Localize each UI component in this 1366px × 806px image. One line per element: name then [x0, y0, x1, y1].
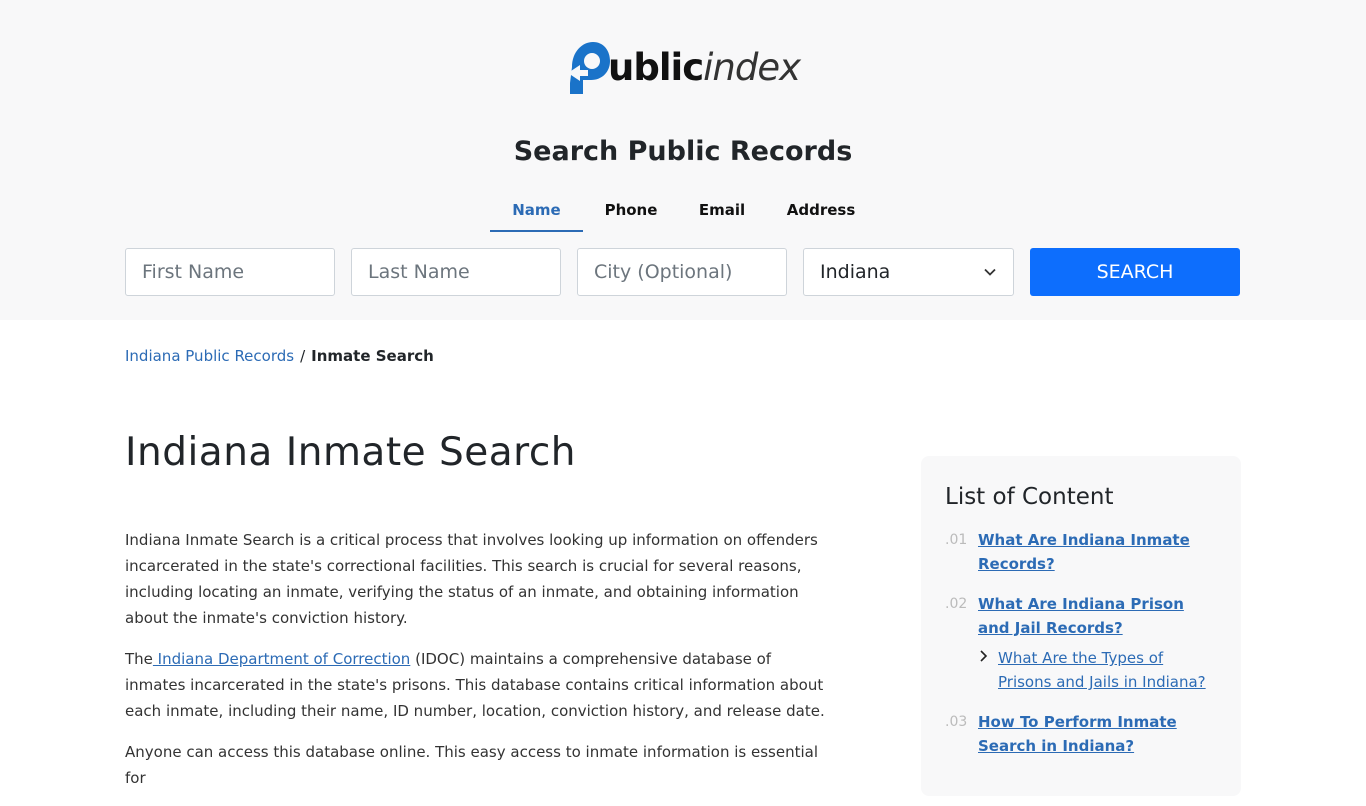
page-title: Indiana Inmate Search: [125, 430, 577, 475]
toc-item-number: .01: [945, 532, 968, 548]
city-input[interactable]: [577, 248, 787, 296]
logo-bold-text: ublic: [608, 45, 704, 89]
toc-item-number: .02: [945, 596, 968, 612]
toc-subitem: What Are the Types of Prisons and Jails …: [978, 646, 1217, 694]
logo[interactable]: ublicindex: [566, 38, 806, 96]
search-form: Indiana SEARCH: [125, 248, 1240, 296]
toc-item: .01 What Are Indiana Inmate Records?: [945, 528, 1217, 576]
breadcrumb-current: Inmate Search: [311, 347, 434, 365]
breadcrumb: Indiana Public Records / Inmate Search: [125, 347, 434, 365]
breadcrumb-link-indiana-public-records[interactable]: Indiana Public Records: [125, 347, 294, 365]
table-of-contents: List of Content .01 What Are Indiana Inm…: [921, 456, 1241, 796]
tab-address[interactable]: Address: [765, 190, 877, 230]
idoc-link[interactable]: Indiana Department of Correction: [153, 650, 411, 668]
search-hero: ublicindex Search Public Records Name Ph…: [0, 0, 1366, 320]
last-name-input[interactable]: [351, 248, 561, 296]
logo-light-text: index: [703, 45, 801, 89]
search-button[interactable]: SEARCH: [1030, 248, 1240, 296]
toc-link-types-of-prisons[interactable]: What Are the Types of Prisons and Jails …: [998, 646, 1217, 694]
toc-link-prison-jail-records[interactable]: What Are Indiana Prison and Jail Records…: [978, 592, 1217, 640]
search-title: Search Public Records: [513, 136, 853, 167]
first-name-input[interactable]: [125, 248, 335, 296]
toc-item: .03 How To Perform Inmate Search in Indi…: [945, 710, 1217, 758]
intro-paragraph: Indiana Inmate Search is a critical proc…: [125, 531, 818, 627]
tab-phone[interactable]: Phone: [583, 190, 679, 230]
tab-name[interactable]: Name: [490, 190, 583, 232]
logo-p-arrow-icon: [568, 42, 610, 94]
idoc-paragraph: The Indiana Department of Correction (ID…: [125, 646, 825, 724]
toc-item-number: .03: [945, 714, 968, 730]
tab-email[interactable]: Email: [679, 190, 765, 230]
idoc-paragraph-prefix: The: [125, 650, 153, 668]
search-tabs: Name Phone Email Address: [490, 190, 877, 232]
chevron-right-icon: [978, 646, 998, 694]
breadcrumb-separator: /: [300, 347, 306, 365]
toc-title: List of Content: [945, 484, 1114, 510]
article: Indiana Inmate Search Indiana Inmate Sea…: [125, 430, 825, 806]
access-paragraph: Anyone can access this database online. …: [125, 743, 818, 787]
toc-link-inmate-records[interactable]: What Are Indiana Inmate Records?: [978, 528, 1217, 576]
toc-link-perform-inmate-search[interactable]: How To Perform Inmate Search in Indiana?: [978, 710, 1217, 758]
logo-text: ublicindex: [608, 45, 801, 89]
chevron-down-icon: [984, 268, 996, 276]
state-select-value: Indiana: [820, 261, 891, 283]
state-select[interactable]: Indiana: [803, 248, 1014, 296]
toc-item: .02 What Are Indiana Prison and Jail Rec…: [945, 592, 1217, 640]
